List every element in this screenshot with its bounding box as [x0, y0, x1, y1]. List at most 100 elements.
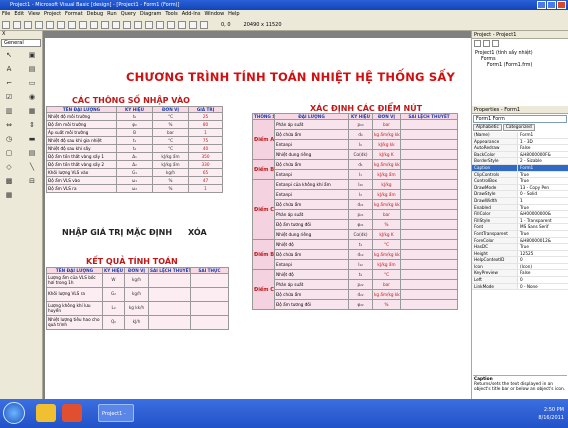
property-value[interactable]: True — [518, 178, 568, 184]
property-row[interactable]: ControlBox True — [472, 178, 568, 185]
property-value[interactable]: 0 - Solid — [518, 191, 568, 197]
property-row[interactable]: LinkMode 0 - None — [472, 283, 568, 291]
property-row[interactable]: ForeColor &H80000012& — [472, 237, 568, 245]
property-row[interactable]: FillColor &H00000000& — [472, 211, 568, 218]
input-value-field[interactable]: 25 — [188, 112, 223, 121]
menu-item-file[interactable]: File — [2, 10, 10, 19]
close-button[interactable] — [557, 1, 566, 9]
maximize-button[interactable] — [547, 1, 556, 9]
property-row[interactable]: AutoRedraw False — [472, 145, 568, 152]
timer-tool-icon[interactable]: ◷ — [2, 135, 16, 146]
property-value[interactable]: &H80000012& — [518, 238, 568, 244]
property-row[interactable]: Height 12525 — [472, 250, 568, 258]
node-value-field[interactable] — [400, 199, 458, 210]
optionbutton-tool-icon[interactable]: ◉ — [25, 93, 39, 104]
result-actual-field[interactable] — [190, 315, 229, 330]
redo-icon[interactable] — [112, 20, 120, 29]
property-value[interactable]: &H00000000& — [518, 211, 568, 217]
property-value[interactable]: True — [518, 172, 568, 178]
paste-icon[interactable] — [79, 20, 87, 29]
property-value[interactable]: Form1 — [518, 164, 568, 171]
property-row[interactable]: DrawWidth 1 — [472, 197, 568, 205]
copy-icon[interactable] — [68, 20, 76, 29]
input-value-field[interactable]: 40 — [188, 144, 223, 153]
menu-editor-icon[interactable] — [24, 20, 32, 29]
node-value-field[interactable] — [400, 239, 458, 250]
result-actual-field[interactable] — [190, 273, 229, 288]
project-explorer-icon[interactable] — [156, 20, 164, 29]
property-value[interactable]: &H8000000F& — [518, 152, 568, 158]
node-value-field[interactable] — [400, 159, 458, 170]
property-value[interactable]: False — [518, 270, 568, 276]
node-value-field[interactable] — [400, 149, 458, 160]
property-row[interactable]: Caption Form1 — [472, 164, 568, 172]
input-value-field[interactable]: 47 — [188, 176, 223, 185]
menu-item-view[interactable]: View — [28, 10, 40, 19]
property-row[interactable]: KeyPreview False — [472, 270, 568, 278]
property-value[interactable]: (Icon) — [518, 264, 568, 270]
form-layout-icon[interactable] — [178, 20, 186, 29]
input-value-field[interactable]: 65 — [188, 168, 223, 177]
filelistbox-tool-icon[interactable]: ▤ — [25, 149, 39, 160]
property-row[interactable]: BorderStyle 2 - Sizable — [472, 158, 568, 165]
menu-item-debug[interactable]: Debug — [87, 10, 103, 19]
object-selector[interactable]: Form1 Form — [473, 115, 567, 123]
pause-icon[interactable] — [134, 20, 142, 29]
run-icon[interactable] — [123, 20, 131, 29]
property-value[interactable]: 0 — [518, 277, 568, 283]
checkbox-tool-icon[interactable]: ☑ — [2, 93, 16, 104]
input-value-field[interactable]: 75 — [188, 136, 223, 145]
input-value-field[interactable]: 80 — [188, 120, 223, 129]
node-value-field[interactable] — [400, 269, 458, 280]
start-button[interactable] — [3, 402, 25, 424]
property-row[interactable]: DrawStyle 0 - Solid — [472, 191, 568, 198]
menu-item-help[interactable]: Help — [228, 10, 239, 19]
input-value-field[interactable]: 350 — [188, 152, 223, 161]
property-row[interactable]: BackColor &H8000000F& — [472, 151, 568, 159]
menu-item-tools[interactable]: Tools — [165, 10, 177, 19]
tab-alphabetic[interactable]: Alphabetic — [473, 124, 502, 131]
property-value[interactable]: 1 - Transparent — [518, 218, 568, 224]
node-value-field[interactable] — [400, 139, 458, 150]
property-row[interactable]: FontTransparent True — [472, 230, 568, 238]
node-value-field[interactable] — [400, 229, 458, 240]
property-row[interactable]: Appearance 1 - 3D — [472, 138, 568, 146]
menu-item-edit[interactable]: Edit — [14, 10, 24, 19]
node-value-field[interactable] — [400, 209, 458, 220]
menu-item-project[interactable]: Project — [44, 10, 61, 19]
node-value-field[interactable] — [400, 169, 458, 180]
node-value-field[interactable] — [400, 189, 458, 200]
ole-tool-icon[interactable]: ▦ — [2, 191, 16, 202]
result-theory-field[interactable] — [148, 287, 191, 302]
object-browser-icon[interactable] — [189, 20, 197, 29]
node-value-field[interactable] — [400, 259, 458, 270]
property-row[interactable]: Font MS Sans Serif — [472, 224, 568, 231]
pointer-tool-icon[interactable]: ↖ — [2, 51, 16, 62]
shape-tool-icon[interactable]: ◇ — [2, 163, 16, 174]
save-icon[interactable] — [46, 20, 54, 29]
property-row[interactable]: HasDC True — [472, 244, 568, 251]
menu-item-diagram[interactable]: Diagram — [140, 10, 161, 19]
property-row[interactable]: Icon (Icon) — [472, 263, 568, 271]
drivelistbox-tool-icon[interactable]: ▬ — [25, 135, 39, 146]
commandbutton-tool-icon[interactable]: ▭ — [25, 79, 39, 90]
property-value[interactable]: Form1 — [518, 132, 568, 138]
view-code-icon[interactable] — [474, 40, 481, 47]
textbox-tool-icon[interactable]: ▤ — [25, 65, 39, 76]
result-theory-field[interactable] — [148, 315, 191, 330]
hscrollbar-tool-icon[interactable]: ⇔ — [2, 121, 16, 132]
property-row[interactable]: Enabled True — [472, 204, 568, 212]
input-value-field[interactable]: 1 — [188, 184, 223, 193]
property-value[interactable]: True — [518, 205, 568, 211]
property-value[interactable]: 12525 — [518, 251, 568, 257]
menu-item-run[interactable]: Run — [107, 10, 117, 19]
menu-item-window[interactable]: Window — [204, 10, 224, 19]
result-theory-field[interactable] — [148, 301, 191, 316]
find-icon[interactable] — [90, 20, 98, 29]
vscrollbar-tool-icon[interactable]: ⇕ — [25, 121, 39, 132]
property-value[interactable]: MS Sans Serif — [518, 224, 568, 230]
node-value-field[interactable] — [400, 129, 458, 140]
property-row[interactable]: HelpContextID 0 — [472, 257, 568, 264]
result-theory-field[interactable] — [148, 273, 191, 288]
property-value[interactable]: 0 — [518, 257, 568, 263]
